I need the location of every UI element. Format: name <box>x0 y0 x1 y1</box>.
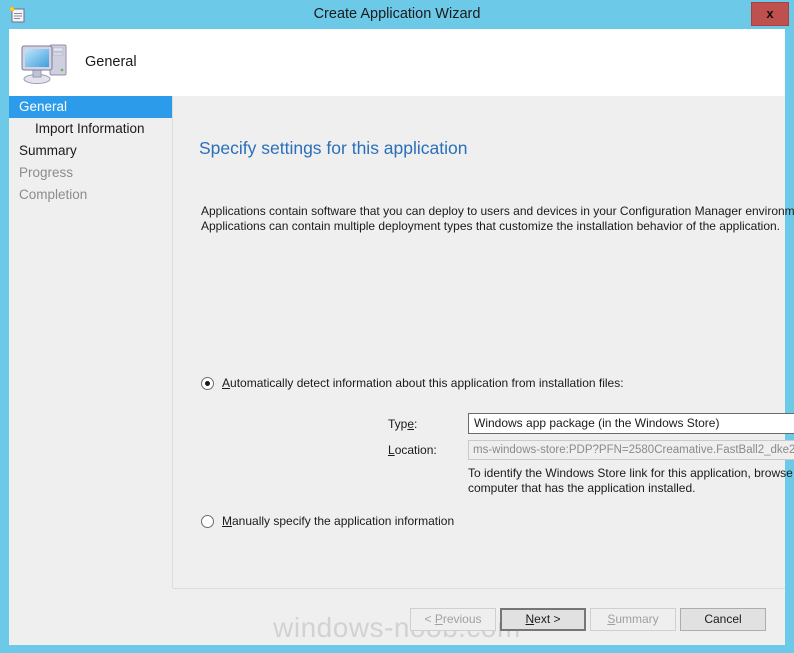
sidebar-item-completion: Completion <box>9 184 172 206</box>
page-title: Specify settings for this application <box>199 138 468 158</box>
previous-button: < Previous <box>410 608 496 631</box>
type-dropdown[interactable]: Windows app package (in the Windows Stor… <box>468 413 794 434</box>
radio-automatically-detect-button[interactable] <box>201 376 214 390</box>
accesskey-letter: A <box>222 376 231 390</box>
sidebar-item-general[interactable]: General <box>9 96 172 118</box>
accesskey-letter: N <box>525 612 535 626</box>
location-input[interactable]: ms-windows-store:PDP?PFN=2580Creamative.… <box>468 440 794 460</box>
type-label-pre: Typ <box>388 417 408 431</box>
next-label-post: ext > <box>534 612 561 626</box>
type-dropdown-value: Windows app package (in the Windows Stor… <box>474 416 720 430</box>
intro-line-1: Applications contain software that you c… <box>201 204 794 218</box>
location-label: Location: <box>388 443 437 457</box>
previous-label-post: revious <box>442 612 482 626</box>
sidebar-item-summary[interactable]: Summary <box>9 140 172 162</box>
radio-manually-specify[interactable]: Manually specify the application informa… <box>201 514 454 528</box>
hint-line-2: computer that has the application instal… <box>468 481 696 495</box>
radio-label-rest: utomatically detect information about th… <box>230 376 624 390</box>
accesskey-letter: M <box>222 514 232 528</box>
intro-line-2: Applications can contain multiple deploy… <box>201 219 781 233</box>
type-label-post: : <box>414 417 418 431</box>
sidebar-item-label: Import Information <box>35 121 145 136</box>
radio-automatically-detect[interactable]: Automatically detect information about t… <box>201 376 624 390</box>
radio-label-rest: anually specify the application informat… <box>232 514 455 528</box>
intro-text: Applications contain software that you c… <box>201 204 794 234</box>
wizard-steps-sidebar: General Import Information Summary Progr… <box>9 96 172 588</box>
accesskey-letter: L <box>388 443 395 457</box>
header-title: General <box>85 54 137 70</box>
radio-automatically-detect-label: Automatically detect information about t… <box>222 376 624 390</box>
cancel-button[interactable]: Cancel <box>680 608 766 631</box>
summary-label-post: ummary <box>615 612 659 626</box>
previous-label-pre: < <box>424 612 435 626</box>
sidebar-item-label: Summary <box>19 143 77 158</box>
close-button[interactable]: x <box>751 2 789 26</box>
create-application-wizard-window: Create Application Wizard x General Gene… <box>0 0 794 653</box>
accesskey-letter: P <box>434 612 443 626</box>
wizard-content-pane: Specify settings for this application Ap… <box>173 96 794 588</box>
type-label: Type: <box>388 417 417 431</box>
summary-button: Summary <box>590 608 676 631</box>
sidebar-item-label: Completion <box>19 187 88 202</box>
title-bar: Create Application Wizard x <box>0 0 794 29</box>
sidebar-item-import-information[interactable]: Import Information <box>9 118 172 140</box>
location-hint-text: To identify the Windows Store link for t… <box>468 466 794 496</box>
computer-monitor-icon <box>20 37 74 87</box>
location-label-rest: ocation: <box>394 443 437 457</box>
sidebar-item-label: Progress <box>19 165 74 180</box>
radio-manually-specify-label: Manually specify the application informa… <box>222 514 454 528</box>
window-body: General General Import Information Summa… <box>9 29 794 645</box>
hint-line-1: To identify the Windows Store link for t… <box>468 466 794 480</box>
wizard-header: General <box>9 29 785 96</box>
sidebar-item-progress: Progress <box>9 162 172 184</box>
next-button[interactable]: Next > <box>500 608 586 631</box>
radio-manually-specify-button[interactable] <box>201 514 214 528</box>
sidebar-item-label: General <box>19 99 68 114</box>
window-title: Create Application Wizard <box>313 6 481 22</box>
